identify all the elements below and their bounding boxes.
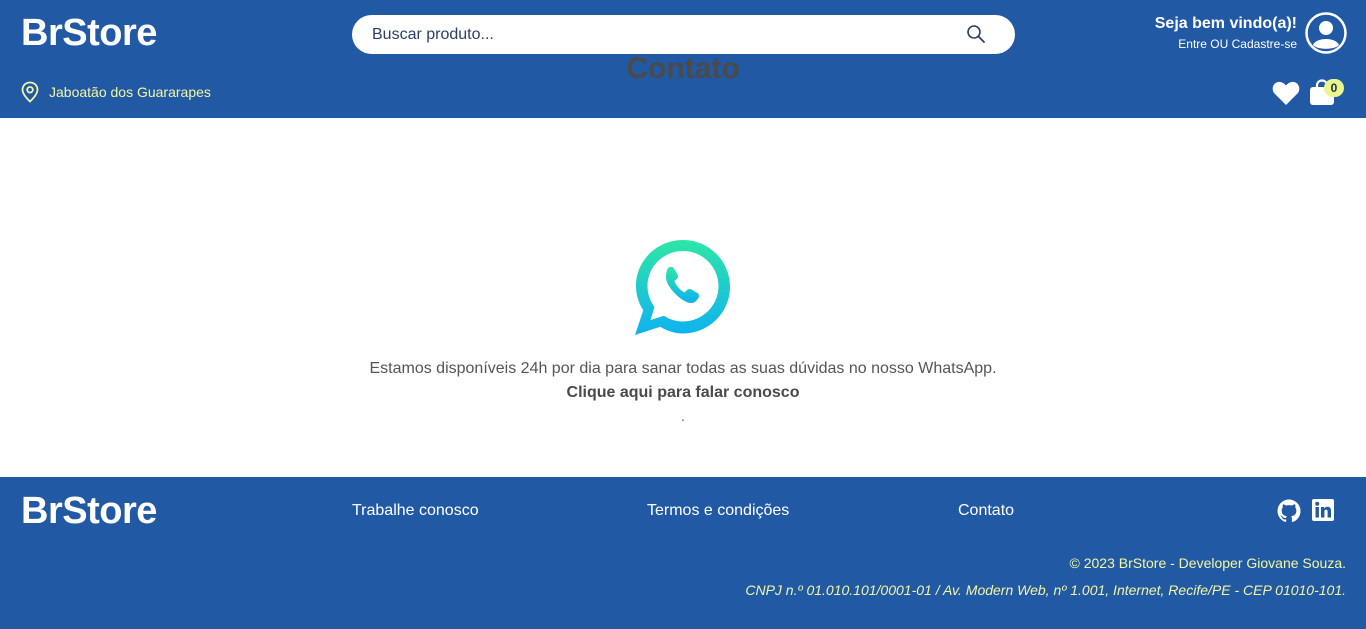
page-title: Contato (626, 52, 740, 85)
header-logo[interactable]: BrStore (21, 12, 157, 55)
search-icon[interactable] (966, 24, 986, 44)
welcome-block[interactable]: Seja bem vindo(a)! Entre OU Cadastre-se (1140, 15, 1297, 51)
footer-logo[interactable]: BrStore (21, 490, 157, 533)
github-icon[interactable] (1277, 499, 1301, 523)
copyright-text: © 2023 BrStore - Developer Giovane Souza… (1069, 555, 1346, 571)
whatsapp-icon[interactable] (632, 236, 734, 338)
linkedin-icon[interactable] (1312, 499, 1334, 521)
search-bar[interactable] (352, 15, 1015, 54)
user-icon[interactable] (1305, 12, 1347, 54)
footer-link-contato[interactable]: Contato (958, 502, 1014, 520)
contact-description: Estamos disponíveis 24h por dia para san… (369, 360, 997, 377)
footer-link-termos[interactable]: Termos e condições (647, 502, 789, 520)
location-label: Jaboatão dos Guararapes (49, 84, 211, 100)
footer-link-trabalhe-conosco[interactable]: Trabalhe conosco (352, 502, 479, 520)
welcome-title: Seja bem vindo(a)! (1154, 15, 1297, 32)
company-info-text: CNPJ n.º 01.010.101/0001-01 / Av. Modern… (745, 582, 1346, 598)
separator-dot: . (681, 408, 685, 424)
whatsapp-contact-link[interactable]: Clique aqui para falar conosco (0, 384, 1366, 402)
login-register-link[interactable]: Entre OU Cadastre-se (1140, 37, 1297, 51)
footer: BrStore Trabalhe conosco Termos e condiç… (0, 477, 1366, 629)
search-input[interactable] (372, 15, 932, 54)
